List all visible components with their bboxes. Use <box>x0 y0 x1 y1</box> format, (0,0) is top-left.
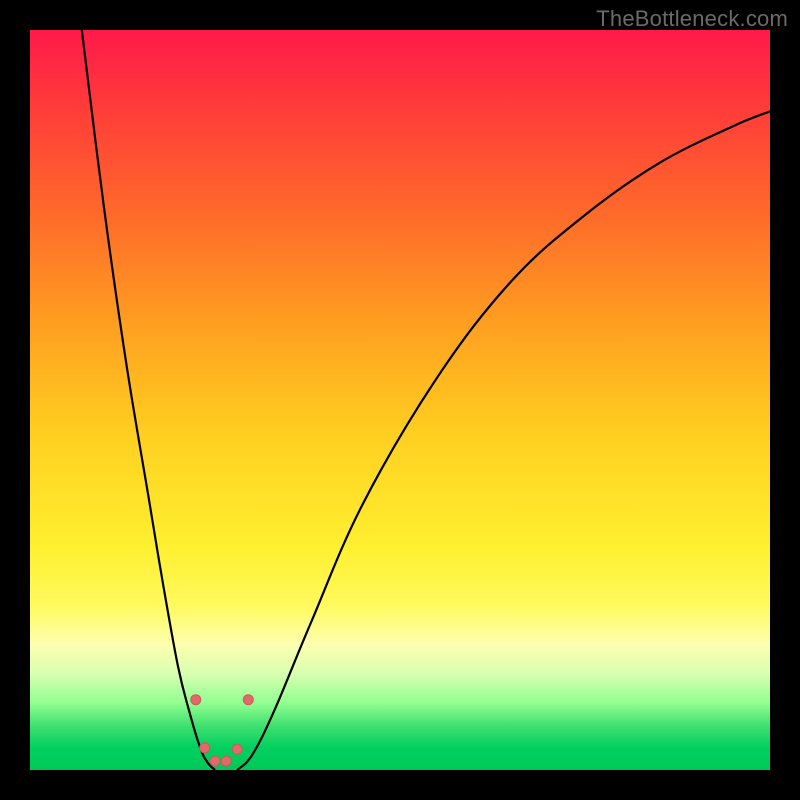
plot-area <box>30 30 770 770</box>
data-marker <box>232 744 242 754</box>
marker-group <box>191 695 254 766</box>
data-marker <box>221 756 231 766</box>
watermark-text: TheBottleneck.com <box>596 6 788 32</box>
data-marker <box>200 743 210 753</box>
curve-right-curve <box>237 111 770 770</box>
curve-left-curve <box>82 30 215 770</box>
data-marker <box>210 756 220 766</box>
data-marker <box>191 695 201 705</box>
chart-svg <box>30 30 770 770</box>
bottleneck-chart: TheBottleneck.com <box>0 0 800 800</box>
curve-group <box>82 30 770 770</box>
data-marker <box>243 695 253 705</box>
